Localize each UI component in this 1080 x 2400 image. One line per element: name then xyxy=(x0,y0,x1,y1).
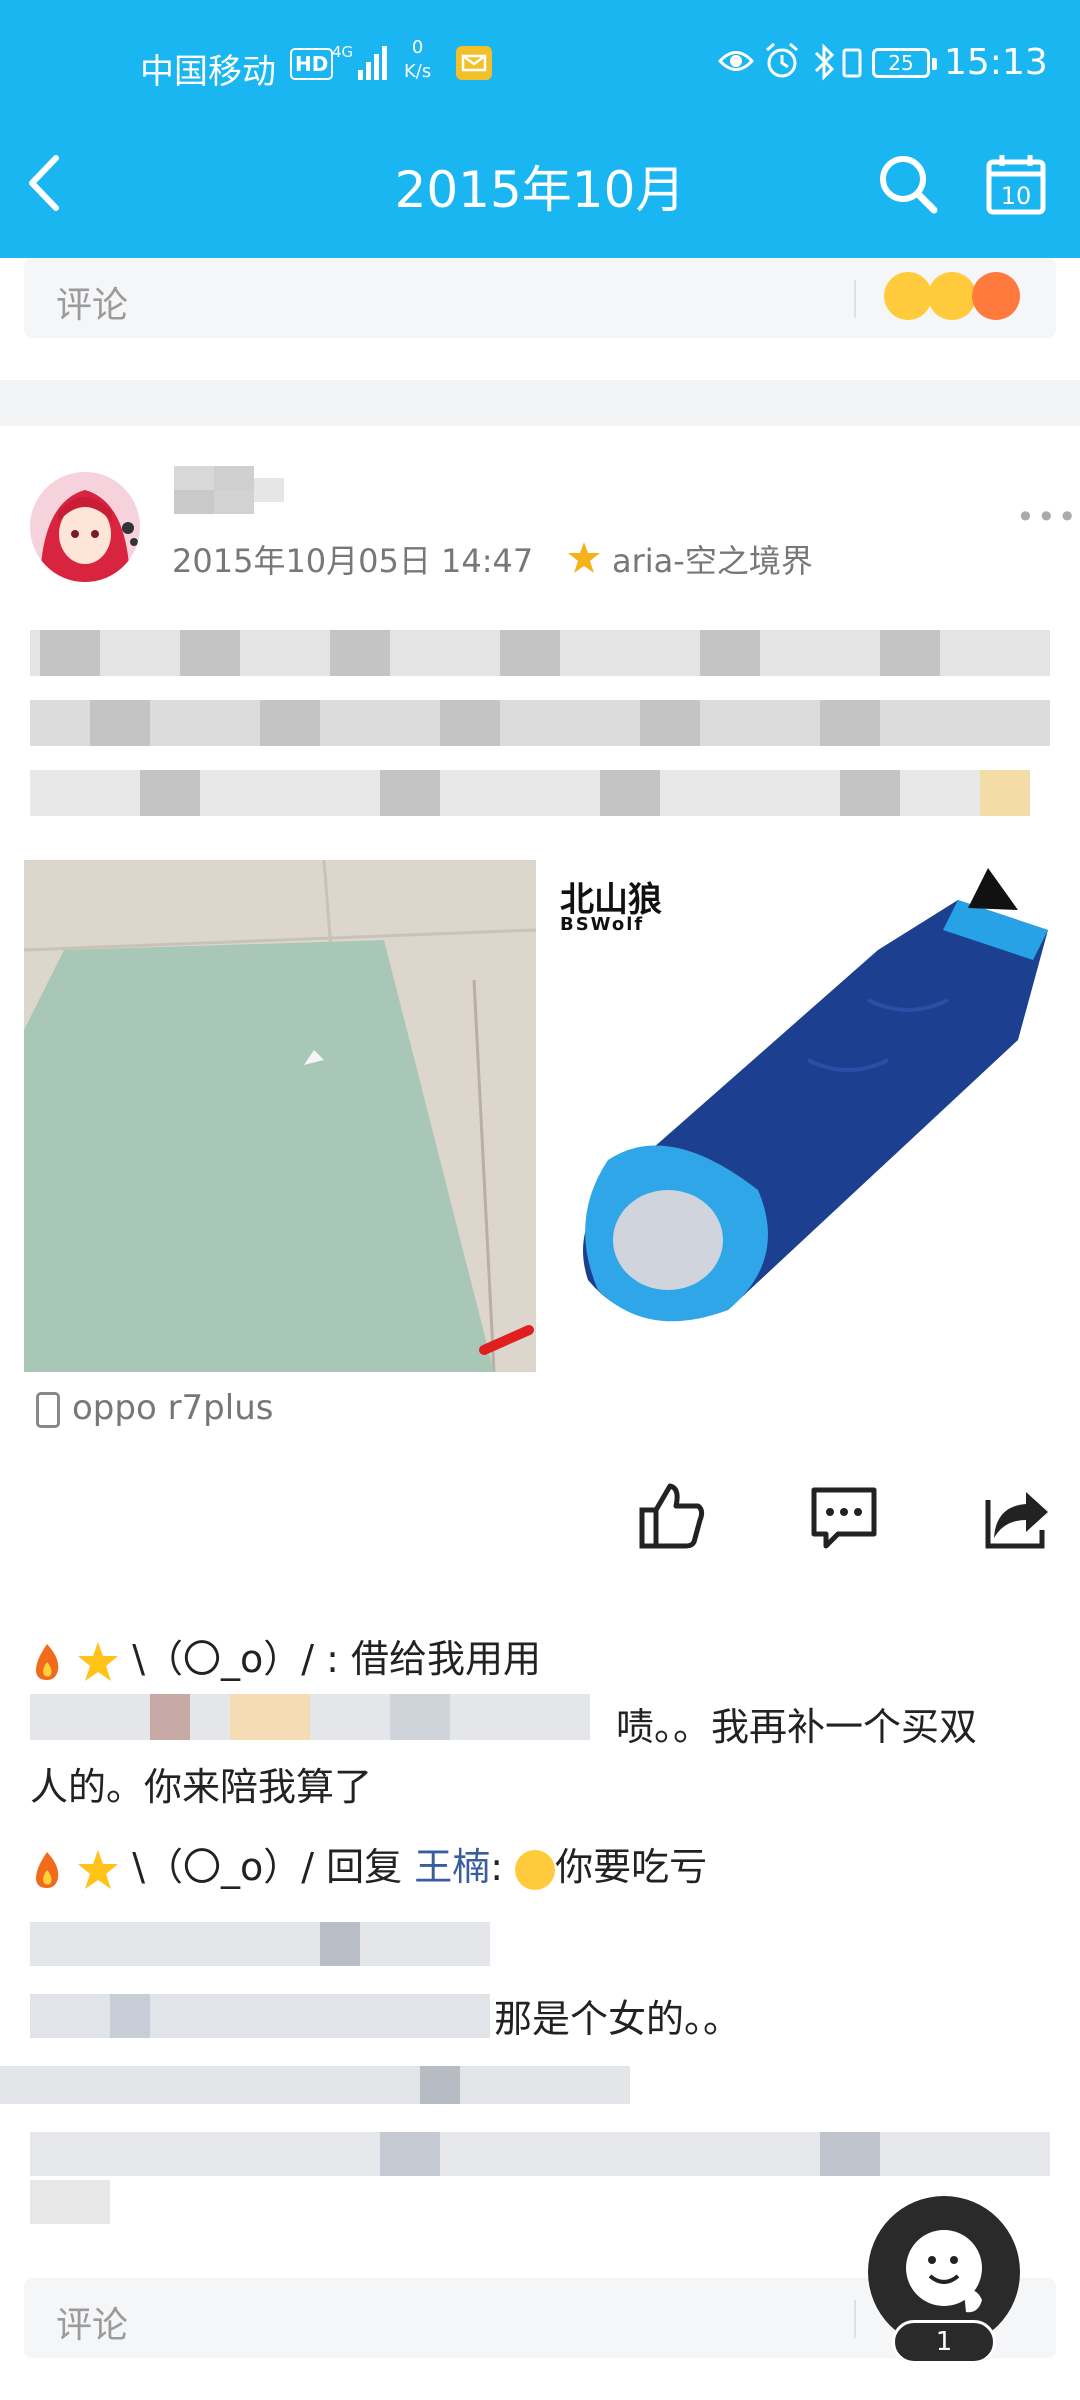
grin-emoji-icon[interactable] xyxy=(884,272,932,320)
username-blurred[interactable] xyxy=(174,460,314,520)
star-icon xyxy=(78,1849,119,1889)
network-label: 4G xyxy=(332,43,354,61)
more-options-icon[interactable]: ••• xyxy=(1016,498,1079,536)
fire-icon xyxy=(36,1851,59,1888)
bluetooth-icon xyxy=(814,43,835,81)
comment-placeholder: 评论 xyxy=(56,2305,129,2346)
comment-text: 你要吃亏 xyxy=(555,1845,708,1889)
eye-icon xyxy=(718,51,754,71)
battery-icon: 25 xyxy=(872,48,930,78)
comment-text: : 借给我用用 xyxy=(326,1637,542,1681)
speed-unit: K/s xyxy=(404,61,432,82)
blurred-comment xyxy=(30,1922,490,2038)
comment-row[interactable]: \（〇_o）/ : 借给我用用 xyxy=(30,1628,541,1684)
comment-text: 啧。。我再补一个买双 xyxy=(616,1705,978,1749)
clock: 15:13 xyxy=(944,42,1048,83)
comment-author: \（〇_o）/ xyxy=(132,1637,315,1681)
device-label: oppo r7plus xyxy=(72,1388,274,1428)
comment-text: 那是个女的。。 xyxy=(494,1997,742,2041)
fire-icon xyxy=(36,1643,59,1680)
avatar[interactable] xyxy=(30,472,140,582)
alarm-icon xyxy=(766,42,798,78)
post-image-sleeping-bag[interactable] xyxy=(548,860,1060,1372)
phone-icon xyxy=(36,1392,60,1428)
divider xyxy=(854,2300,856,2338)
mail-icon xyxy=(456,46,492,80)
calendar-icon[interactable]: 10 xyxy=(984,152,1048,216)
comment-input-bar[interactable]: 评论 xyxy=(24,258,1056,338)
calendar-day: 10 xyxy=(1001,182,1032,210)
angry-emoji-icon[interactable] xyxy=(972,272,1020,320)
search-icon[interactable] xyxy=(876,152,940,216)
post-source[interactable]: aria-空之境界 xyxy=(612,536,813,582)
star-icon xyxy=(78,1641,119,1681)
signal-icon xyxy=(358,46,387,80)
post-text-blurred xyxy=(30,630,1050,816)
carrier-label: 中国移动 xyxy=(140,52,276,92)
comment-author: \（〇_o）/ xyxy=(132,1845,315,1889)
status-bar: 中国移动 HD 4G 0 K/s 25 15:13 xyxy=(0,0,1080,130)
battery-tip xyxy=(932,58,937,70)
section-separator xyxy=(0,380,1080,426)
reply-label: 回复 xyxy=(326,1845,403,1889)
star-icon xyxy=(568,542,600,573)
sim-signal-icon xyxy=(842,48,862,78)
laugh-emoji-icon[interactable] xyxy=(928,272,976,320)
comment-icon[interactable] xyxy=(808,1480,880,1552)
like-icon[interactable] xyxy=(636,1480,708,1552)
comment-placeholder: 评论 xyxy=(56,285,129,326)
hd-badge: HD xyxy=(290,48,334,80)
speed-value: 0 xyxy=(411,37,424,58)
brand-logo-subtext: BSWolf xyxy=(560,914,645,935)
comment-text: 人的。你来陪我算了 xyxy=(30,1765,373,1809)
network-speed: 0 K/s xyxy=(404,36,431,84)
reply-row[interactable]: \（〇_o）/ 回复 王楠: 你要吃亏 xyxy=(30,1836,707,1892)
notification-badge: 1 xyxy=(892,2320,996,2364)
divider xyxy=(854,280,856,318)
reply-target[interactable]: 王楠 xyxy=(414,1845,490,1889)
post-image-mat[interactable] xyxy=(24,860,536,1372)
post-timestamp: 2015年10月05日 14:47 xyxy=(172,542,534,580)
grin-emoji-icon xyxy=(515,1849,556,1890)
blurred-name xyxy=(30,1694,590,1740)
share-icon[interactable] xyxy=(982,1480,1054,1552)
